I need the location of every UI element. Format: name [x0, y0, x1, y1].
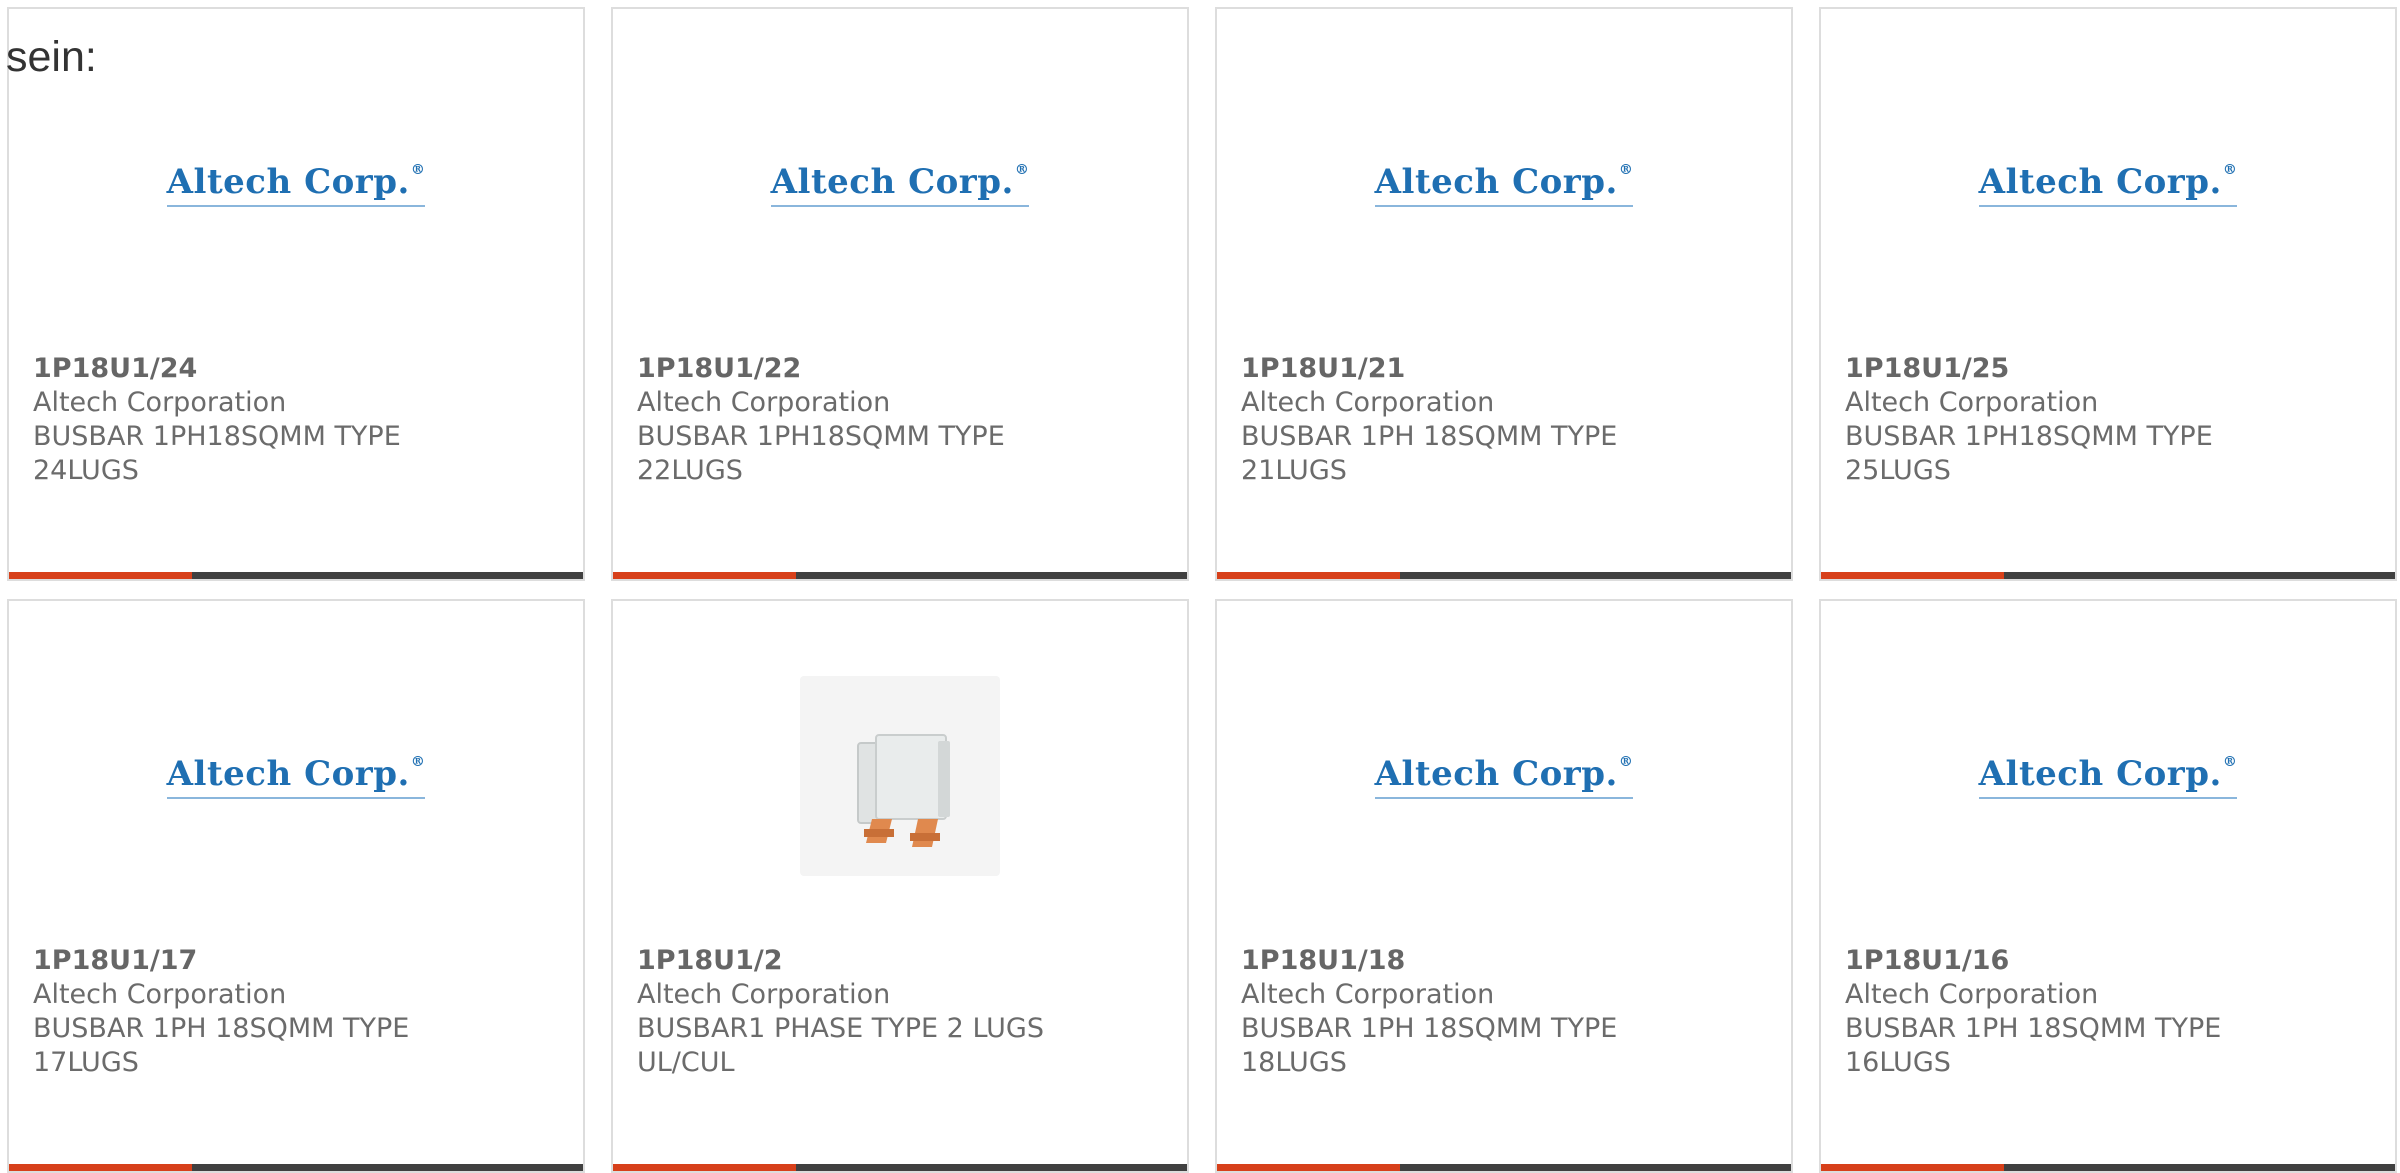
description-line-2: 22LUGS [637, 455, 743, 486]
product-card[interactable]: Altech Corp.® 1P18U1/16 Altech Corporati… [1819, 599, 2397, 1173]
product-image: Altech Corp.® [1217, 39, 1791, 329]
product-image: Altech Corp.® [9, 631, 583, 921]
altech-logo: Altech Corp.® [770, 162, 1030, 207]
part-number: 1P18U1/17 [33, 945, 198, 976]
product-info: 1P18U1/2 Altech Corporation BUSBAR1 PHAS… [637, 944, 1163, 1080]
description-line-2: 18LUGS [1241, 1047, 1347, 1078]
product-image: Altech Corp.® [1217, 631, 1791, 921]
product-info: 1P18U1/17 Altech Corporation BUSBAR 1PH … [33, 944, 559, 1080]
product-card[interactable]: Altech Corp.® 1P18U1/22 Altech Corporati… [611, 7, 1189, 581]
altech-logo: Altech Corp.® [166, 162, 426, 207]
card-accent-bar [613, 572, 1187, 579]
manufacturer: Altech Corporation [1241, 979, 1495, 1010]
manufacturer: Altech Corporation [1845, 387, 2099, 418]
product-card[interactable]: Altech Corp.® 1P18U1/25 Altech Corporati… [1819, 7, 2397, 581]
card-accent-bar [1217, 1164, 1791, 1171]
product-info: 1P18U1/22 Altech Corporation BUSBAR 1PH1… [637, 352, 1163, 488]
card-accent-bar [613, 1164, 1187, 1171]
product-grid: Altech Corp.® 1P18U1/24 Altech Corporati… [7, 7, 2397, 1173]
description-line-1: BUSBAR 1PH18SQMM TYPE [637, 421, 1005, 452]
busbar-icon [857, 734, 950, 847]
intro-text: sein: [6, 33, 97, 81]
card-accent-bar [1821, 572, 2395, 579]
description-line-2: 24LUGS [33, 455, 139, 486]
altech-logo: Altech Corp.® [1978, 162, 2238, 207]
altech-logo: Altech Corp.® [1978, 754, 2238, 799]
part-number: 1P18U1/2 [637, 945, 783, 976]
manufacturer: Altech Corporation [637, 979, 891, 1010]
product-card[interactable]: 1P18U1/2 Altech Corporation BUSBAR1 PHAS… [611, 599, 1189, 1173]
description-line-2: UL/CUL [637, 1047, 735, 1078]
product-image [613, 631, 1187, 921]
description-line-1: BUSBAR 1PH 18SQMM TYPE [1845, 1013, 2222, 1044]
manufacturer: Altech Corporation [33, 979, 287, 1010]
altech-logo: Altech Corp.® [1374, 162, 1634, 207]
card-accent-bar [9, 572, 583, 579]
altech-logo: Altech Corp.® [1374, 754, 1634, 799]
part-number: 1P18U1/21 [1241, 353, 1406, 384]
part-number: 1P18U1/18 [1241, 945, 1406, 976]
card-accent-bar [1821, 1164, 2395, 1171]
description-line-1: BUSBAR 1PH 18SQMM TYPE [33, 1013, 410, 1044]
product-image: Altech Corp.® [613, 39, 1187, 329]
product-image: Altech Corp.® [1821, 631, 2395, 921]
description-line-1: BUSBAR 1PH 18SQMM TYPE [1241, 1013, 1618, 1044]
product-image: Altech Corp.® [9, 39, 583, 329]
part-number: 1P18U1/22 [637, 353, 802, 384]
description-line-2: 17LUGS [33, 1047, 139, 1078]
manufacturer: Altech Corporation [1845, 979, 2099, 1010]
product-info: 1P18U1/18 Altech Corporation BUSBAR 1PH … [1241, 944, 1767, 1080]
product-image: Altech Corp.® [1821, 39, 2395, 329]
manufacturer: Altech Corporation [637, 387, 891, 418]
product-info: 1P18U1/21 Altech Corporation BUSBAR 1PH … [1241, 352, 1767, 488]
product-info: 1P18U1/24 Altech Corporation BUSBAR 1PH1… [33, 352, 559, 488]
part-number: 1P18U1/25 [1845, 353, 2010, 384]
description-line-1: BUSBAR 1PH18SQMM TYPE [33, 421, 401, 452]
busbar-photo [800, 676, 1000, 876]
altech-logo: Altech Corp.® [166, 754, 426, 799]
product-card[interactable]: Altech Corp.® 1P18U1/17 Altech Corporati… [7, 599, 585, 1173]
product-info: 1P18U1/16 Altech Corporation BUSBAR 1PH … [1845, 944, 2371, 1080]
manufacturer: Altech Corporation [33, 387, 287, 418]
product-card[interactable]: Altech Corp.® 1P18U1/21 Altech Corporati… [1215, 7, 1793, 581]
description-line-1: BUSBAR 1PH 18SQMM TYPE [1241, 421, 1618, 452]
manufacturer: Altech Corporation [1241, 387, 1495, 418]
product-card[interactable]: Altech Corp.® 1P18U1/18 Altech Corporati… [1215, 599, 1793, 1173]
card-accent-bar [1217, 572, 1791, 579]
product-card[interactable]: Altech Corp.® 1P18U1/24 Altech Corporati… [7, 7, 585, 581]
description-line-1: BUSBAR 1PH18SQMM TYPE [1845, 421, 2213, 452]
description-line-2: 21LUGS [1241, 455, 1347, 486]
part-number: 1P18U1/16 [1845, 945, 2010, 976]
description-line-2: 16LUGS [1845, 1047, 1951, 1078]
part-number: 1P18U1/24 [33, 353, 198, 384]
description-line-1: BUSBAR1 PHASE TYPE 2 LUGS [637, 1013, 1044, 1044]
description-line-2: 25LUGS [1845, 455, 1951, 486]
card-accent-bar [9, 1164, 583, 1171]
product-info: 1P18U1/25 Altech Corporation BUSBAR 1PH1… [1845, 352, 2371, 488]
